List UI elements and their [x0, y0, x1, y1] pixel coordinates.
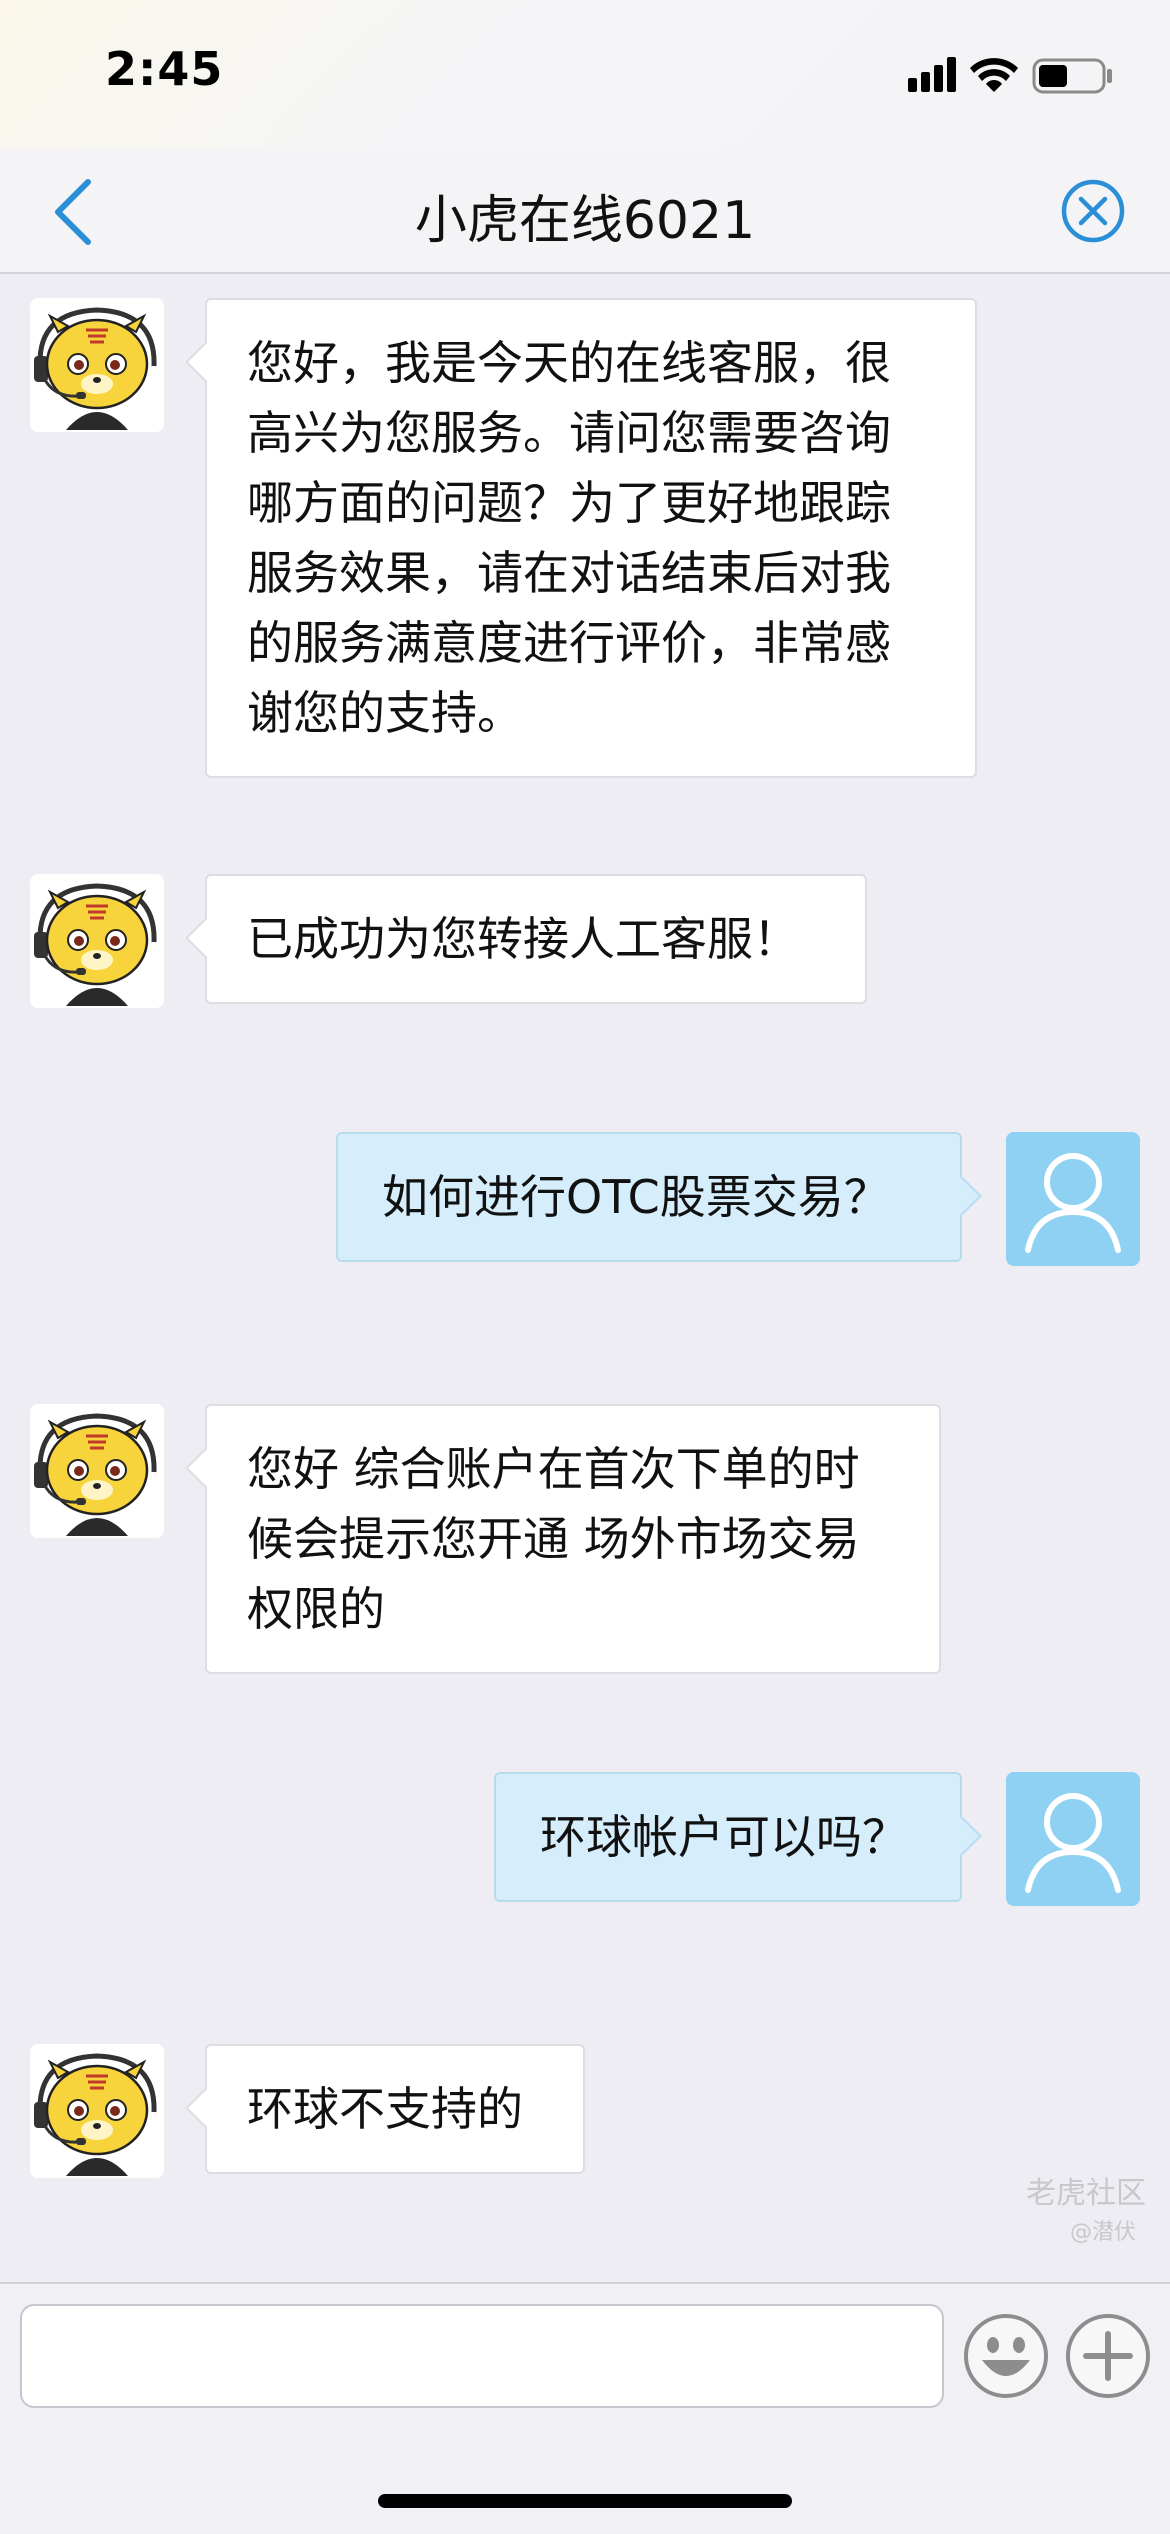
user-avatar[interactable] — [1006, 1132, 1140, 1266]
smiley-icon[interactable] — [962, 2312, 1050, 2400]
message-bubble-user: 如何进行OTC股票交易？ — [336, 1132, 962, 1262]
watermark-logo: 老虎社区 — [1026, 2176, 1146, 2211]
battery-icon — [1032, 58, 1112, 94]
chat-message-list[interactable]: 您好，我是今天的在线客服，很高兴为您服务。请问您需要咨询哪方面的问题？为了更好地… — [0, 274, 1170, 2284]
user-avatar[interactable] — [1006, 1772, 1140, 1906]
agent-avatar[interactable] — [30, 874, 164, 1008]
plus-circle-icon[interactable] — [1064, 2312, 1152, 2400]
message-input[interactable] — [20, 2304, 944, 2408]
message-bubble-agent: 您好，我是今天的在线客服，很高兴为您服务。请问您需要咨询哪方面的问题？为了更好地… — [205, 298, 977, 778]
watermark-user: @潜伏 — [1069, 2220, 1136, 2245]
agent-avatar[interactable] — [30, 298, 164, 432]
tiger-avatar-icon — [34, 1413, 157, 1536]
page-title: 小虎在线6021 — [414, 191, 756, 251]
tiger-avatar-icon — [34, 883, 157, 1006]
agent-avatar[interactable] — [30, 1404, 164, 1538]
agent-avatar[interactable] — [30, 2044, 164, 2178]
cellular-signal-icon — [908, 57, 956, 92]
close-circle-icon[interactable] — [1058, 176, 1128, 246]
status-time: 2:45 — [105, 42, 224, 96]
wifi-icon — [970, 58, 1018, 92]
message-bubble-user: 环球帐户可以吗？ — [494, 1772, 962, 1902]
status-bar: 2:45 — [0, 0, 1170, 150]
message-input-bar — [0, 2282, 1170, 2534]
home-indicator — [378, 2494, 792, 2508]
person-avatar-icon — [1025, 1793, 1121, 1893]
nav-bar: 小虎在线6021 — [0, 150, 1170, 274]
person-avatar-icon — [1025, 1153, 1121, 1253]
message-bubble-agent: 环球不支持的 — [205, 2044, 585, 2174]
status-icons — [908, 57, 1112, 94]
message-bubble-agent: 已成功为您转接人工客服！ — [205, 874, 867, 1004]
tiger-avatar-icon — [34, 307, 157, 430]
message-bubble-agent: 您好 综合账户在首次下单的时候会提示您开通 场外市场交易权限的 — [205, 1404, 941, 1674]
tiger-avatar-icon — [34, 2053, 157, 2176]
